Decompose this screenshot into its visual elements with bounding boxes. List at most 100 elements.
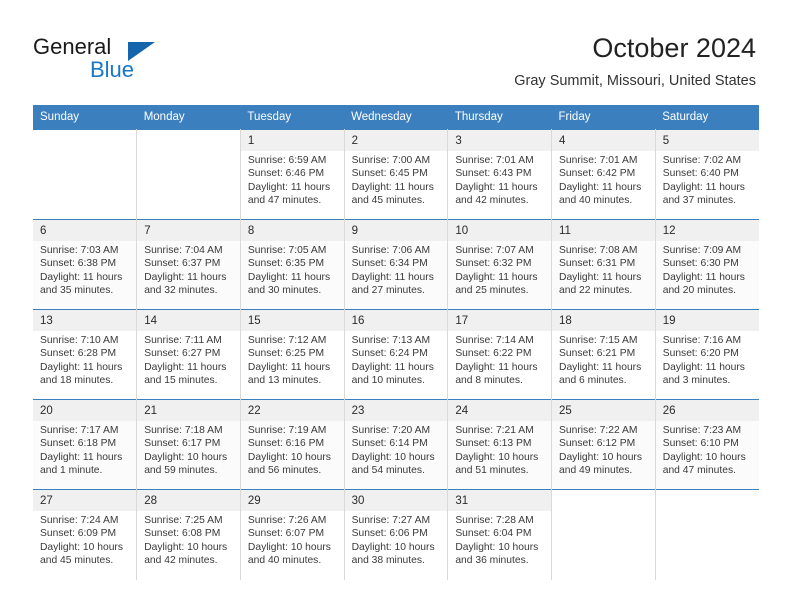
daylight-text-line2: and 3 minutes. <box>662 374 731 386</box>
day-cell[interactable]: 1 Sunrise: 6:59 AM Sunset: 6:46 PM Daylight… <box>240 129 345 220</box>
daylight-text-line2: and 18 minutes. <box>40 374 114 386</box>
day-cell[interactable]: 16 Sunrise: 7:13 AM Sunset: 6:24 PM Dayligh… <box>344 309 449 400</box>
day-cell[interactable]: 17 Sunrise: 7:14 AM Sunset: 6:22 PM Dayligh… <box>447 309 553 400</box>
day-details: Sunrise: 7:16 AM Sunset: 6:20 PM Daylight:… <box>663 334 753 387</box>
day-number: 17 <box>448 310 552 331</box>
day-cell[interactable]: 31 Sunrise: 7:28 AM Sunset: 6:04 PM Dayligh… <box>447 489 553 580</box>
sunset-text: Sunset: 6:10 PM <box>662 438 739 450</box>
sunset-text: Sunset: 6:21 PM <box>559 348 636 360</box>
day-cell[interactable]: 20 Sunrise: 7:17 AM Sunset: 6:18 PM Dayligh… <box>33 399 138 490</box>
day-cell[interactable]: 10 Sunrise: 7:07 AM Sunset: 6:32 PM Dayligh… <box>447 219 553 310</box>
daylight-text-line1: Daylight: 11 hours <box>662 271 745 283</box>
daylight-text-line1: Daylight: 11 hours <box>455 271 538 283</box>
day-details: Sunrise: 7:22 AM Sunset: 6:12 PM Daylight:… <box>559 424 649 477</box>
day-number <box>656 490 759 496</box>
day-details: Sunrise: 7:19 AM Sunset: 6:16 PM Daylight:… <box>248 424 338 477</box>
day-cell[interactable]: 29 Sunrise: 7:26 AM Sunset: 6:07 PM Dayligh… <box>240 489 345 580</box>
day-number: 16 <box>344 310 448 331</box>
day-cell[interactable]: 12 Sunrise: 7:09 AM Sunset: 6:30 PM Dayligh… <box>655 219 759 310</box>
weekday-header-monday: Monday <box>136 105 241 130</box>
calendar-grid: Sunday Monday Tuesday Wednesday Thursday… <box>33 105 759 580</box>
day-cell[interactable]: 21 Sunrise: 7:18 AM Sunset: 6:17 PM Dayligh… <box>136 399 241 490</box>
day-cell[interactable]: 13 Sunrise: 7:10 AM Sunset: 6:28 PM Dayligh… <box>33 309 138 400</box>
sunrise-text: Sunrise: 7:03 AM <box>40 245 119 256</box>
daylight-text-line2: and 15 minutes. <box>144 374 218 386</box>
sunset-text: Sunset: 6:24 PM <box>351 348 428 360</box>
day-cell[interactable]: 2 Sunrise: 7:00 AM Sunset: 6:45 PM Daylight… <box>344 129 449 220</box>
day-cell[interactable]: 19 Sunrise: 7:16 AM Sunset: 6:20 PM Dayligh… <box>655 309 759 400</box>
daylight-text-line1: Daylight: 10 hours <box>351 541 435 553</box>
week-row: 6 Sunrise: 7:03 AM Sunset: 6:38 PM Daylight… <box>33 219 759 310</box>
day-cell[interactable]: 24 Sunrise: 7:21 AM Sunset: 6:13 PM Dayligh… <box>447 399 553 490</box>
sunset-text: Sunset: 6:09 PM <box>40 528 117 540</box>
sunset-text: Sunset: 6:16 PM <box>247 438 325 450</box>
sunset-text: Sunset: 6:46 PM <box>247 168 325 180</box>
day-number: 9 <box>344 220 448 241</box>
day-details: Sunrise: 7:01 AM Sunset: 6:42 PM Daylight:… <box>559 154 649 207</box>
daylight-text-line1: Daylight: 10 hours <box>144 451 228 463</box>
logo[interactable]: General Blue <box>33 34 213 88</box>
day-cell[interactable]: 6 Sunrise: 7:03 AM Sunset: 6:38 PM Daylight… <box>33 219 138 310</box>
sunrise-text: Sunrise: 7:00 AM <box>351 155 431 166</box>
day-cell[interactable]: 28 Sunrise: 7:25 AM Sunset: 6:08 PM Dayligh… <box>136 489 241 580</box>
daylight-text-line1: Daylight: 11 hours <box>247 271 331 283</box>
daylight-text-line2: and 30 minutes. <box>247 284 322 296</box>
day-cell[interactable]: 4 Sunrise: 7:01 AM Sunset: 6:42 PM Daylight… <box>551 129 656 220</box>
daylight-text-line1: Daylight: 11 hours <box>662 361 745 373</box>
sunrise-text: Sunrise: 6:59 AM <box>247 155 327 166</box>
sunrise-text: Sunrise: 7:12 AM <box>247 335 327 346</box>
day-number: 10 <box>448 220 552 241</box>
sunrise-text: Sunrise: 7:19 AM <box>247 425 327 436</box>
sunset-text: Sunset: 6:34 PM <box>351 258 428 270</box>
day-cell[interactable]: 3 Sunrise: 7:01 AM Sunset: 6:43 PM Daylight… <box>447 129 553 220</box>
day-details: Sunrise: 7:06 AM Sunset: 6:34 PM Daylight:… <box>352 244 442 297</box>
calendar-body: 1 Sunrise: 6:59 AM Sunset: 6:46 PM Daylight… <box>33 129 759 580</box>
daylight-text-line1: Daylight: 11 hours <box>559 361 642 373</box>
daylight-text-line2: and 22 minutes. <box>559 284 633 296</box>
day-number: 23 <box>344 400 448 421</box>
sunset-text: Sunset: 6:04 PM <box>455 528 532 540</box>
daylight-text-line1: Daylight: 11 hours <box>40 451 123 463</box>
daylight-text-line1: Daylight: 11 hours <box>559 181 642 193</box>
daylight-text-line1: Daylight: 11 hours <box>247 181 331 193</box>
weekday-header-thursday: Thursday <box>447 105 552 130</box>
day-details: Sunrise: 7:14 AM Sunset: 6:22 PM Daylight:… <box>455 334 545 387</box>
day-cell[interactable]: 15 Sunrise: 7:12 AM Sunset: 6:25 PM Dayligh… <box>240 309 345 400</box>
sunrise-text: Sunrise: 7:20 AM <box>351 425 431 436</box>
day-details: Sunrise: 7:12 AM Sunset: 6:25 PM Daylight:… <box>248 334 338 387</box>
day-cell[interactable]: 7 Sunrise: 7:04 AM Sunset: 6:37 PM Daylight… <box>136 219 241 310</box>
day-cell[interactable]: 26 Sunrise: 7:23 AM Sunset: 6:10 PM Dayligh… <box>655 399 759 490</box>
day-cell[interactable]: 27 Sunrise: 7:24 AM Sunset: 6:09 PM Dayligh… <box>33 489 138 580</box>
day-cell[interactable]: 11 Sunrise: 7:08 AM Sunset: 6:31 PM Dayligh… <box>551 219 656 310</box>
day-cell-empty <box>551 489 656 580</box>
day-details: Sunrise: 7:04 AM Sunset: 6:37 PM Daylight:… <box>144 244 234 297</box>
day-cell[interactable]: 23 Sunrise: 7:20 AM Sunset: 6:14 PM Dayligh… <box>344 399 449 490</box>
day-cell[interactable]: 30 Sunrise: 7:27 AM Sunset: 6:06 PM Dayligh… <box>344 489 449 580</box>
day-cell[interactable]: 22 Sunrise: 7:19 AM Sunset: 6:16 PM Dayligh… <box>240 399 345 490</box>
daylight-text-line2: and 54 minutes. <box>351 464 425 476</box>
day-cell[interactable]: 14 Sunrise: 7:11 AM Sunset: 6:27 PM Dayligh… <box>136 309 241 400</box>
day-cell[interactable]: 5 Sunrise: 7:02 AM Sunset: 6:40 PM Daylight… <box>655 129 759 220</box>
sunrise-text: Sunrise: 7:08 AM <box>559 245 638 256</box>
day-cell[interactable]: 25 Sunrise: 7:22 AM Sunset: 6:12 PM Dayligh… <box>551 399 656 490</box>
sunset-text: Sunset: 6:25 PM <box>247 348 325 360</box>
daylight-text-line1: Daylight: 10 hours <box>455 541 539 553</box>
daylight-text-line2: and 8 minutes. <box>455 374 523 386</box>
sunrise-text: Sunrise: 7:24 AM <box>40 515 119 526</box>
day-cell[interactable]: 18 Sunrise: 7:15 AM Sunset: 6:21 PM Dayligh… <box>551 309 656 400</box>
title-block: October 2024 Gray Summit, Missouri, Unit… <box>514 32 756 90</box>
daylight-text-line2: and 10 minutes. <box>351 374 425 386</box>
day-details: Sunrise: 7:03 AM Sunset: 6:38 PM Daylight:… <box>40 244 130 297</box>
day-details: Sunrise: 7:18 AM Sunset: 6:17 PM Daylight:… <box>144 424 234 477</box>
daylight-text-line2: and 49 minutes. <box>559 464 633 476</box>
sunrise-text: Sunrise: 7:13 AM <box>351 335 431 346</box>
sunrise-text: Sunrise: 7:18 AM <box>144 425 223 436</box>
day-cell[interactable]: 8 Sunrise: 7:05 AM Sunset: 6:35 PM Daylight… <box>240 219 345 310</box>
day-details: Sunrise: 7:13 AM Sunset: 6:24 PM Daylight:… <box>352 334 442 387</box>
daylight-text-line2: and 51 minutes. <box>455 464 529 476</box>
daylight-text-line1: Daylight: 11 hours <box>351 181 434 193</box>
week-row: 20 Sunrise: 7:17 AM Sunset: 6:18 PM Dayligh… <box>33 399 759 490</box>
weekday-header-row: Sunday Monday Tuesday Wednesday Thursday… <box>33 105 759 130</box>
day-cell[interactable]: 9 Sunrise: 7:06 AM Sunset: 6:34 PM Daylight… <box>344 219 449 310</box>
daylight-text-line2: and 47 minutes. <box>247 194 322 206</box>
